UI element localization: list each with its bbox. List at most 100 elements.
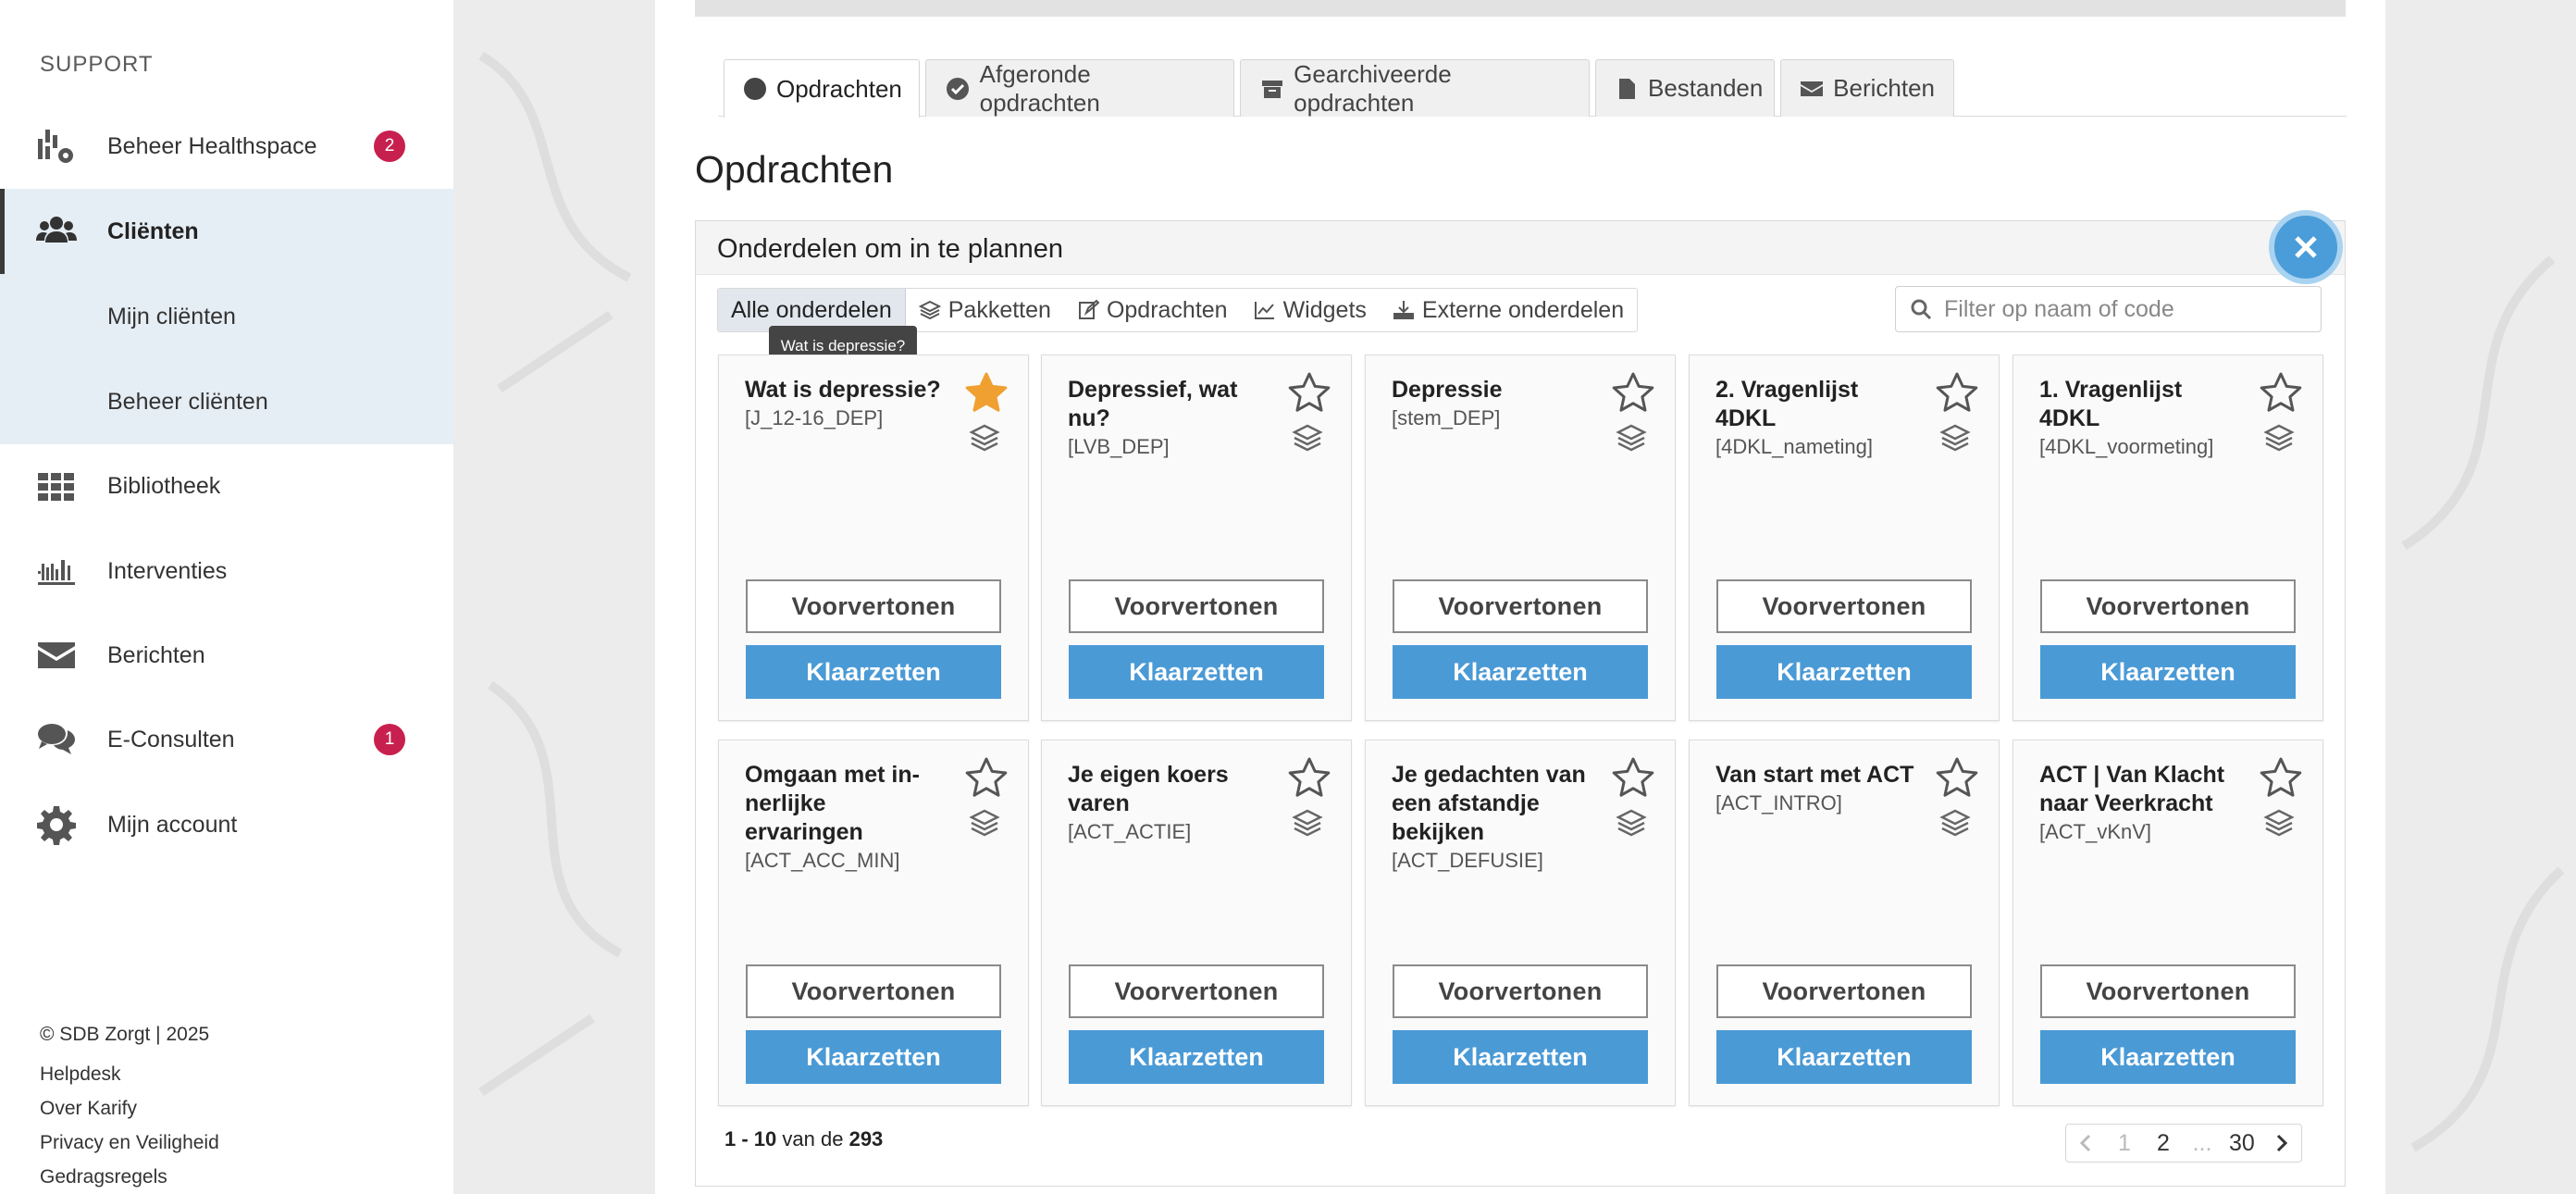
tab-gearchiveerde-opdrachten[interactable]: Gearchiveerde opdrachten	[1240, 59, 1590, 117]
onderdeel-card[interactable]: Depressief, wat nu? [LVB_DEP] Voorvertonen…	[1041, 354, 1352, 721]
card-code: [ACT_DEFUSIE]	[1392, 849, 1543, 872]
onderdeel-card[interactable]: ACT | Van Klacht naar Veerkracht [ACT_vKn…	[2012, 740, 2323, 1106]
search-icon	[1911, 299, 1932, 320]
star-outline-icon[interactable]	[2258, 370, 2304, 417]
onderdeel-card[interactable]: Wat is depressie? [J_12-16_DEP] Voorverton…	[718, 354, 1029, 721]
sidebar: SUPPORT Beheer Healthspace 2 Cliënten Mi…	[0, 0, 453, 1194]
filter-label: Opdrachten	[1106, 296, 1228, 323]
layers-icon	[969, 809, 1000, 837]
tab-opdrachten[interactable]: Opdrachten	[724, 59, 920, 118]
sidebar-item-label: Beheer Healthspace	[107, 132, 317, 159]
preview-button[interactable]: Voorvertonen	[2040, 964, 2296, 1018]
star-outline-icon[interactable]	[1934, 755, 1980, 802]
page-ellipsis: ...	[2192, 1129, 2212, 1156]
star-outline-icon[interactable]	[2258, 755, 2304, 802]
sidebar-item-mijn-account[interactable]: Mijn account	[0, 782, 453, 867]
layers-icon	[1616, 809, 1647, 837]
star-outline-icon[interactable]	[1286, 370, 1332, 417]
preview-button[interactable]: Voorvertonen	[1716, 579, 1972, 633]
preview-button[interactable]: Voorvertonen	[1069, 579, 1324, 633]
klaarzetten-button[interactable]: Klaarzetten	[1069, 1030, 1324, 1084]
sidebar-item-bibliotheek[interactable]: Bibliotheek	[0, 443, 453, 529]
archive-icon	[1259, 76, 1284, 102]
klaarzetten-button[interactable]: Klaarzetten	[746, 1030, 1001, 1084]
onderdeel-card[interactable]: Je gedachten van een afstand­je bekijken…	[1365, 740, 1676, 1106]
preview-button[interactable]: Voorvertonen	[2040, 579, 2296, 633]
layers-icon	[918, 299, 941, 321]
onderdeel-card[interactable]: Je eigen koers varen [ACT_ACTIE] Voorverto…	[1041, 740, 1352, 1106]
page-button-1[interactable]: 1	[2105, 1125, 2144, 1162]
card-code: [ACT_INTRO]	[1715, 791, 1842, 815]
sidebar-item-clienten[interactable]: Cliënten	[0, 189, 453, 274]
close-panel-button[interactable]	[2269, 210, 2343, 284]
onderdeel-card[interactable]: Depressie [stem_DEP] Voorvertonen Klaarzett…	[1365, 354, 1676, 721]
decorative-shape	[478, 51, 632, 393]
next-page-button[interactable]	[2262, 1125, 2301, 1162]
search-field[interactable]	[1895, 286, 2322, 332]
card-title-text: ACT | Van Klacht naar Veerkracht	[2039, 762, 2225, 816]
filter-pakketten[interactable]: Pakketten	[906, 289, 1064, 331]
filter-widgets[interactable]: Widgets	[1241, 289, 1380, 331]
klaarzetten-button[interactable]: Klaarzetten	[2040, 645, 2296, 699]
preview-button[interactable]: Voorvertonen	[1716, 964, 1972, 1018]
layers-icon	[1616, 424, 1647, 452]
star-filled-icon[interactable]	[963, 370, 1009, 417]
sidebar-subitem-beheer-clienten[interactable]: Beheer cliënten	[0, 359, 453, 444]
layers-icon	[1292, 424, 1323, 452]
sidebar-item-beheer-healthspace[interactable]: Beheer Healthspace 2	[0, 104, 453, 189]
preview-button[interactable]: Voorvertonen	[746, 964, 1001, 1018]
sidebar-subitem-mijn-clienten[interactable]: Mijn cliënten	[0, 274, 453, 359]
star-outline-icon[interactable]	[1934, 370, 1980, 417]
preview-button[interactable]: Voorvertonen	[1069, 964, 1324, 1018]
klaarzetten-button[interactable]: Klaarzetten	[1716, 1030, 1972, 1084]
panel-header: Onderdelen om in te plannen	[696, 221, 2345, 275]
tab-berichten[interactable]: Berichten	[1780, 59, 1954, 117]
sidebar-item-label: Mijn account	[107, 811, 238, 838]
pagination: 1 2 ... 30	[2065, 1124, 2302, 1163]
chart-icon	[1254, 299, 1276, 321]
tab-bestanden[interactable]: Bestanden	[1595, 59, 1775, 117]
search-input[interactable]	[1944, 295, 2314, 323]
page-button-2[interactable]: 2	[2144, 1125, 2183, 1162]
klaarzetten-button[interactable]: Klaarzetten	[1716, 645, 1972, 699]
star-outline-icon[interactable]	[963, 755, 1009, 802]
sidebar-item-berichten[interactable]: Berichten	[0, 613, 453, 698]
klaarzetten-button[interactable]: Klaarzetten	[746, 645, 1001, 699]
tab-label: Bestanden	[1648, 74, 1764, 102]
onderdeel-card[interactable]: 1. Vragenlijst 4DKL [4DKL_voormeting] Voor…	[2012, 354, 2323, 721]
klaarzetten-button[interactable]: Klaarzetten	[1393, 1030, 1648, 1084]
preview-button[interactable]: Voorvertonen	[1393, 964, 1648, 1018]
card-title: Je gedachten van een afstand­je bekijken…	[1392, 761, 1595, 875]
sidebar-item-label: Berichten	[107, 641, 205, 668]
gedragsregels-link[interactable]: Gedragsregels	[40, 1166, 167, 1188]
prev-page-button[interactable]	[2066, 1125, 2105, 1162]
star-outline-icon[interactable]	[1610, 755, 1656, 802]
filter-externe-onderdelen[interactable]: Externe onderdelen	[1380, 289, 1637, 331]
klaarzetten-button[interactable]: Klaarzetten	[2040, 1030, 2296, 1084]
card-title-text: Omgaan met in­nerlijke ervaringen	[745, 762, 920, 845]
card-title-text: Je gedachten van een afstand­je bekijken	[1392, 762, 1586, 845]
tab-afgeronde-opdrachten[interactable]: Afgeronde opdrachten	[925, 59, 1234, 117]
preview-button[interactable]: Voorvertonen	[1393, 579, 1648, 633]
decorative-shape	[2410, 866, 2565, 1152]
card-title: Depressief, wat nu? [LVB_DEP]	[1068, 376, 1271, 461]
card-code: [4DKL_voormeting]	[2039, 435, 2214, 458]
sidebar-item-e-consulten[interactable]: E-Consulten 1	[0, 697, 453, 782]
card-title: 2. Vragenlijst 4DKL [4DKL_nameting]	[1715, 376, 1919, 461]
onderdeel-card[interactable]: 2. Vragenlijst 4DKL [4DKL_nameting] Voorve…	[1689, 354, 2000, 721]
onderdeel-card[interactable]: Omgaan met in­nerlijke ervaringen [ACT_AC…	[718, 740, 1029, 1106]
sidebar-item-interventies[interactable]: Interventies	[0, 529, 453, 614]
star-outline-icon[interactable]	[1286, 755, 1332, 802]
privacy-link[interactable]: Privacy en Veiligheid	[40, 1132, 219, 1154]
klaarzetten-button[interactable]: Klaarzetten	[1069, 645, 1324, 699]
onderdeel-card[interactable]: Van start met ACT [ACT_INTRO] Voorvertonen…	[1689, 740, 2000, 1106]
page-button-30[interactable]: 30	[2222, 1125, 2262, 1162]
card-title-text: Depressief, wat nu?	[1068, 377, 1238, 431]
helpdesk-link[interactable]: Helpdesk	[40, 1063, 121, 1086]
preview-button[interactable]: Voorvertonen	[746, 579, 1001, 633]
over-karify-link[interactable]: Over Karify	[40, 1098, 137, 1120]
filter-opdrachten[interactable]: Opdrachten	[1064, 289, 1241, 331]
klaarzetten-button[interactable]: Klaarzetten	[1393, 645, 1648, 699]
star-outline-icon[interactable]	[1610, 370, 1656, 417]
card-code: [4DKL_nameting]	[1715, 435, 1873, 458]
